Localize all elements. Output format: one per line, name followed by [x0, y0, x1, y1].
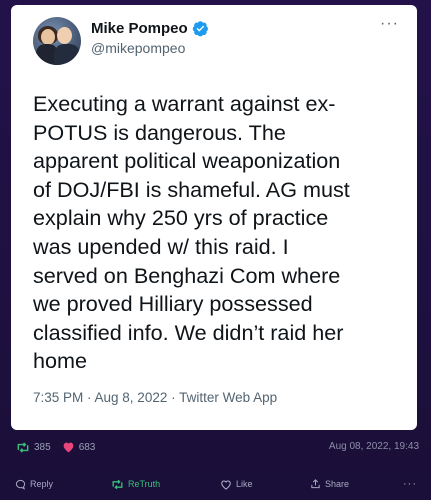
- post-stats: 385 683: [16, 441, 106, 453]
- retruth-stat[interactable]: 385: [16, 442, 51, 453]
- more-icon[interactable]: ···: [380, 16, 399, 32]
- heart-icon: [63, 442, 74, 453]
- post-timestamp: Aug 08, 2022, 19:43: [328, 441, 419, 452]
- retruth-icon: [17, 441, 29, 453]
- handle[interactable]: @mikepompeo: [91, 40, 209, 56]
- like-label: Like: [236, 479, 253, 489]
- share-icon: [311, 479, 320, 489]
- verified-badge-icon: [192, 20, 209, 37]
- avatar[interactable]: [33, 17, 81, 65]
- retruth-icon: [112, 479, 123, 489]
- embedded-tweet-card[interactable]: Mike Pompeo @mikepompeo ··· Executing a …: [11, 5, 417, 430]
- author-block: Mike Pompeo @mikepompeo: [91, 20, 209, 56]
- retruth-label: ReTruth: [128, 479, 161, 489]
- like-button[interactable]: Like: [220, 479, 253, 490]
- reply-button[interactable]: Reply: [15, 479, 53, 490]
- name-row: Mike Pompeo: [91, 20, 209, 37]
- display-name[interactable]: Mike Pompeo: [91, 20, 188, 37]
- more-actions-button[interactable]: ···: [403, 478, 417, 490]
- retruth-count: 385: [34, 441, 51, 453]
- reply-label: Reply: [30, 479, 54, 489]
- tweet-meta: 7:35 PM · Aug 8, 2022 · Twitter Web App: [33, 389, 278, 405]
- tweet-header: Mike Pompeo @mikepompeo ···: [33, 16, 401, 73]
- reply-icon: [15, 479, 26, 490]
- like-stat[interactable]: 683: [62, 441, 96, 453]
- like-icon: [221, 479, 231, 490]
- retruth-button[interactable]: ReTruth: [111, 479, 160, 490]
- share-label: Share: [325, 479, 350, 489]
- like-count: 683: [78, 441, 96, 453]
- action-bar: Reply ReTruth Like Share ···: [0, 476, 431, 492]
- post-frame: Mike Pompeo @mikepompeo ··· Executing a …: [0, 0, 431, 500]
- tweet-text: Executing a warrant against ex- POTUS is…: [33, 91, 350, 374]
- share-button[interactable]: Share: [310, 478, 349, 490]
